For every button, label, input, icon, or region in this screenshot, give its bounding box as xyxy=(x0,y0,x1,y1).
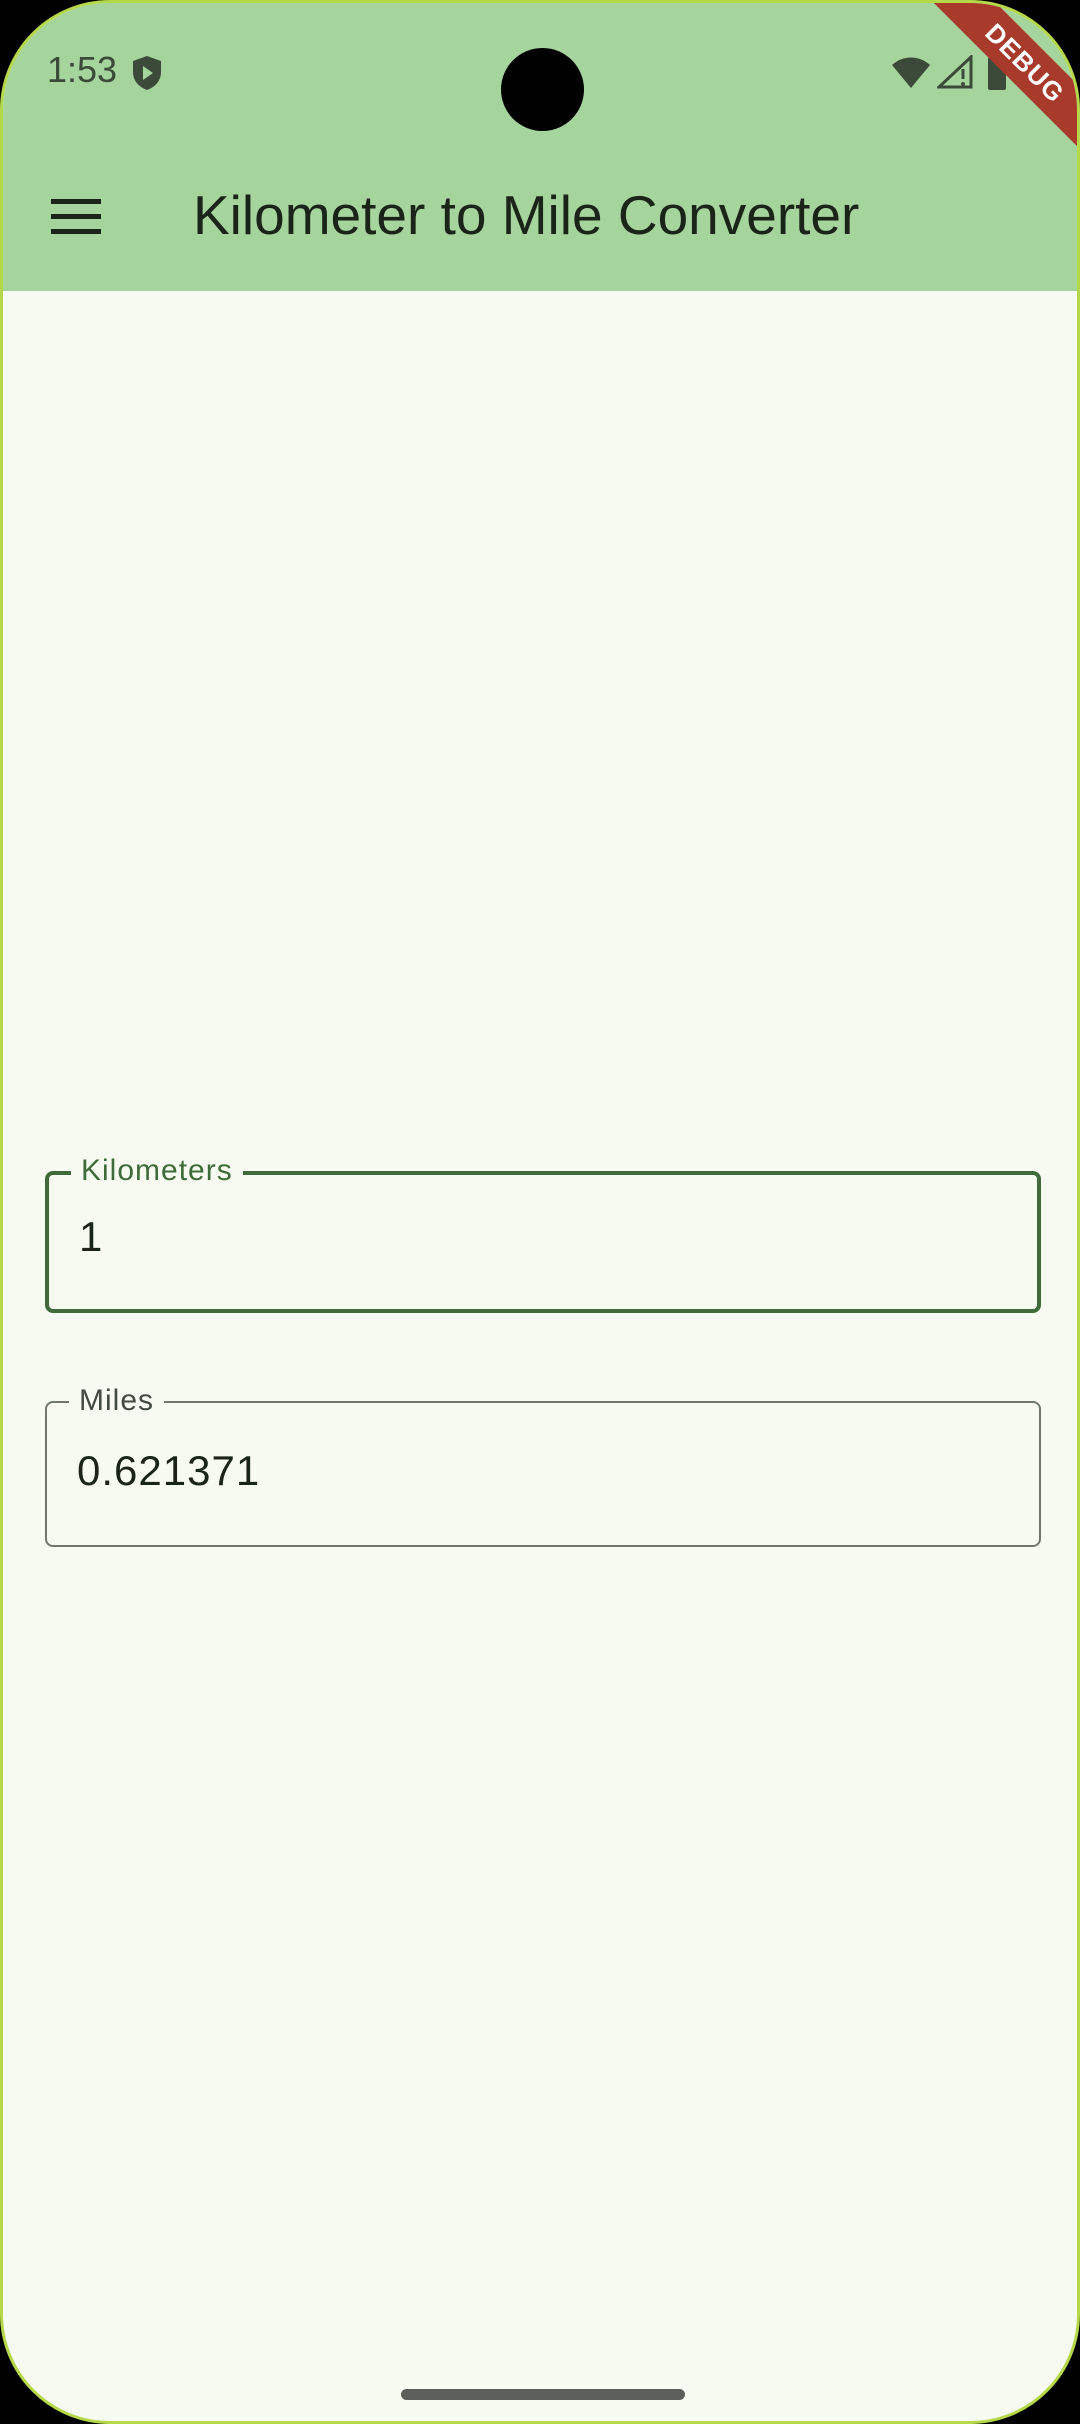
status-bar: 1:53 xyxy=(3,3,1077,143)
device-screen: 1:53 DEBUG Kilometer to Mile Converter K… xyxy=(0,0,1080,2424)
kilometers-label: Kilometers xyxy=(71,1151,243,1191)
app-bar: 1:53 DEBUG Kilometer to Mile Converter xyxy=(3,3,1077,291)
menu-button[interactable] xyxy=(33,173,121,261)
kilometers-input[interactable]: 1 xyxy=(79,1213,102,1261)
shield-play-icon xyxy=(131,55,163,91)
status-time: 1:53 xyxy=(47,49,118,90)
miles-input[interactable]: 0.621371 xyxy=(77,1447,260,1495)
miles-field[interactable]: Miles 0.621371 xyxy=(45,1381,1041,1547)
page-title: Kilometer to Mile Converter xyxy=(193,184,860,246)
kilometers-field[interactable]: Kilometers 1 xyxy=(45,1151,1041,1313)
wifi-icon xyxy=(891,57,931,89)
miles-label: Miles xyxy=(69,1381,165,1421)
camera-cutout xyxy=(501,48,584,131)
signal-icon xyxy=(935,53,973,89)
hamburger-menu-icon xyxy=(51,199,101,234)
home-indicator[interactable] xyxy=(401,2389,685,2400)
